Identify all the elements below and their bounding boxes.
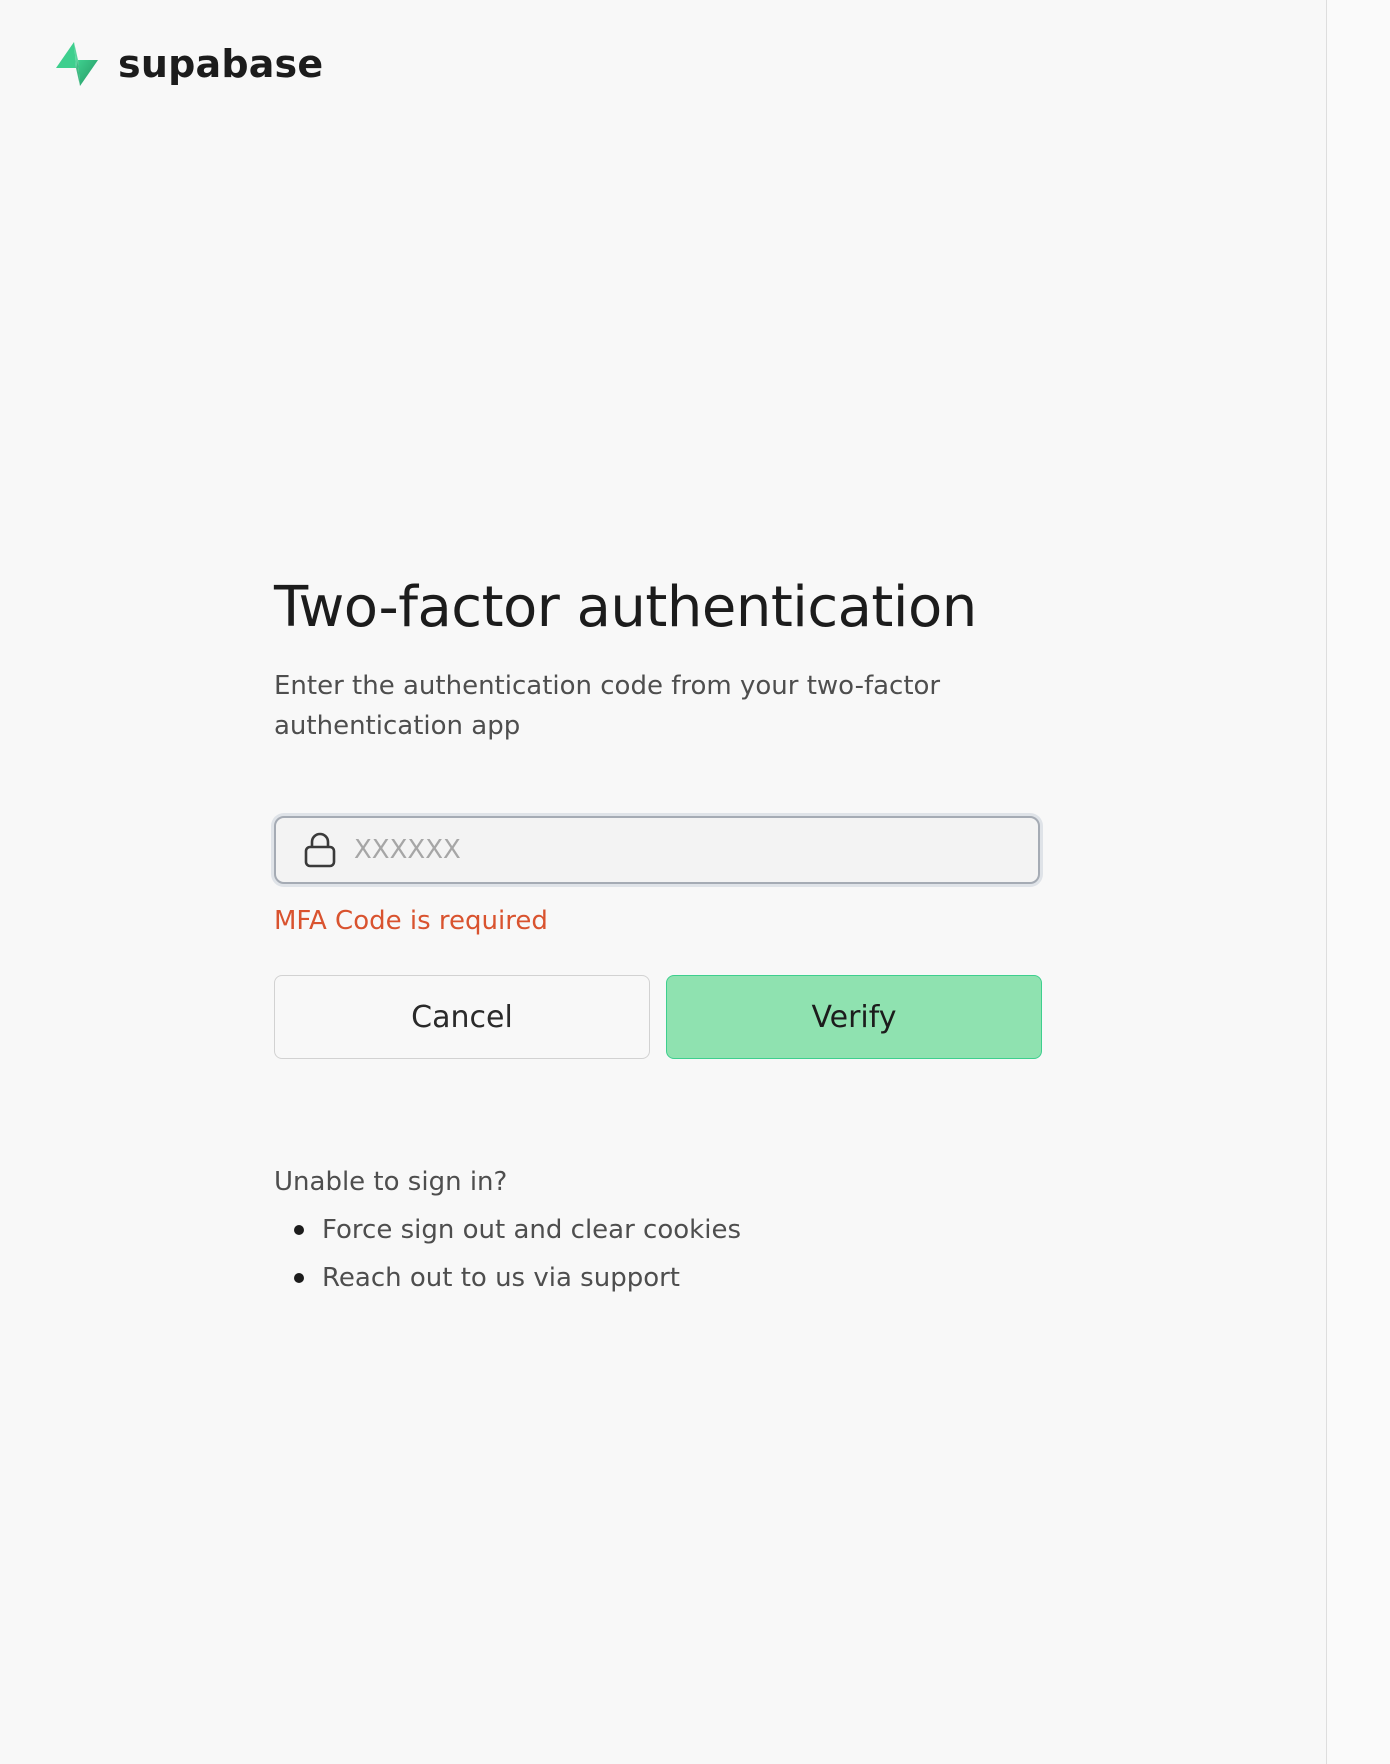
verify-button[interactable]: Verify [666, 975, 1042, 1059]
page-title: Two-factor authentication [274, 575, 977, 640]
mfa-form: Two-factor authentication Enter the auth… [274, 570, 1044, 1293]
help-list: Force sign out and clear cookies Reach o… [274, 1206, 741, 1302]
supabase-bolt-icon [54, 40, 100, 88]
help-item-support: Reach out to us via support [274, 1254, 741, 1302]
force-sign-out-link[interactable]: Force sign out and clear cookies [322, 1215, 741, 1245]
help-item-force-sign-out: Force sign out and clear cookies [274, 1206, 741, 1254]
support-link[interactable]: Reach out to us via support [322, 1263, 680, 1293]
brand-name: supabase [118, 42, 324, 86]
cancel-button[interactable]: Cancel [274, 975, 650, 1059]
action-buttons: Cancel Verify [274, 975, 1042, 1059]
side-panel [1327, 0, 1390, 1764]
page-subtitle: Enter the authentication code from your … [274, 671, 941, 741]
mfa-code-input[interactable] [354, 835, 994, 865]
mfa-code-field[interactable] [274, 816, 1040, 884]
auth-panel: supabase Two-factor authentication Enter… [0, 0, 1327, 1764]
mfa-error-message: MFA Code is required [274, 906, 548, 936]
help-section: Unable to sign in? Force sign out and cl… [274, 1162, 741, 1302]
lock-icon [300, 830, 340, 870]
help-title: Unable to sign in? [274, 1167, 508, 1197]
brand-logo[interactable]: supabase [54, 40, 323, 88]
